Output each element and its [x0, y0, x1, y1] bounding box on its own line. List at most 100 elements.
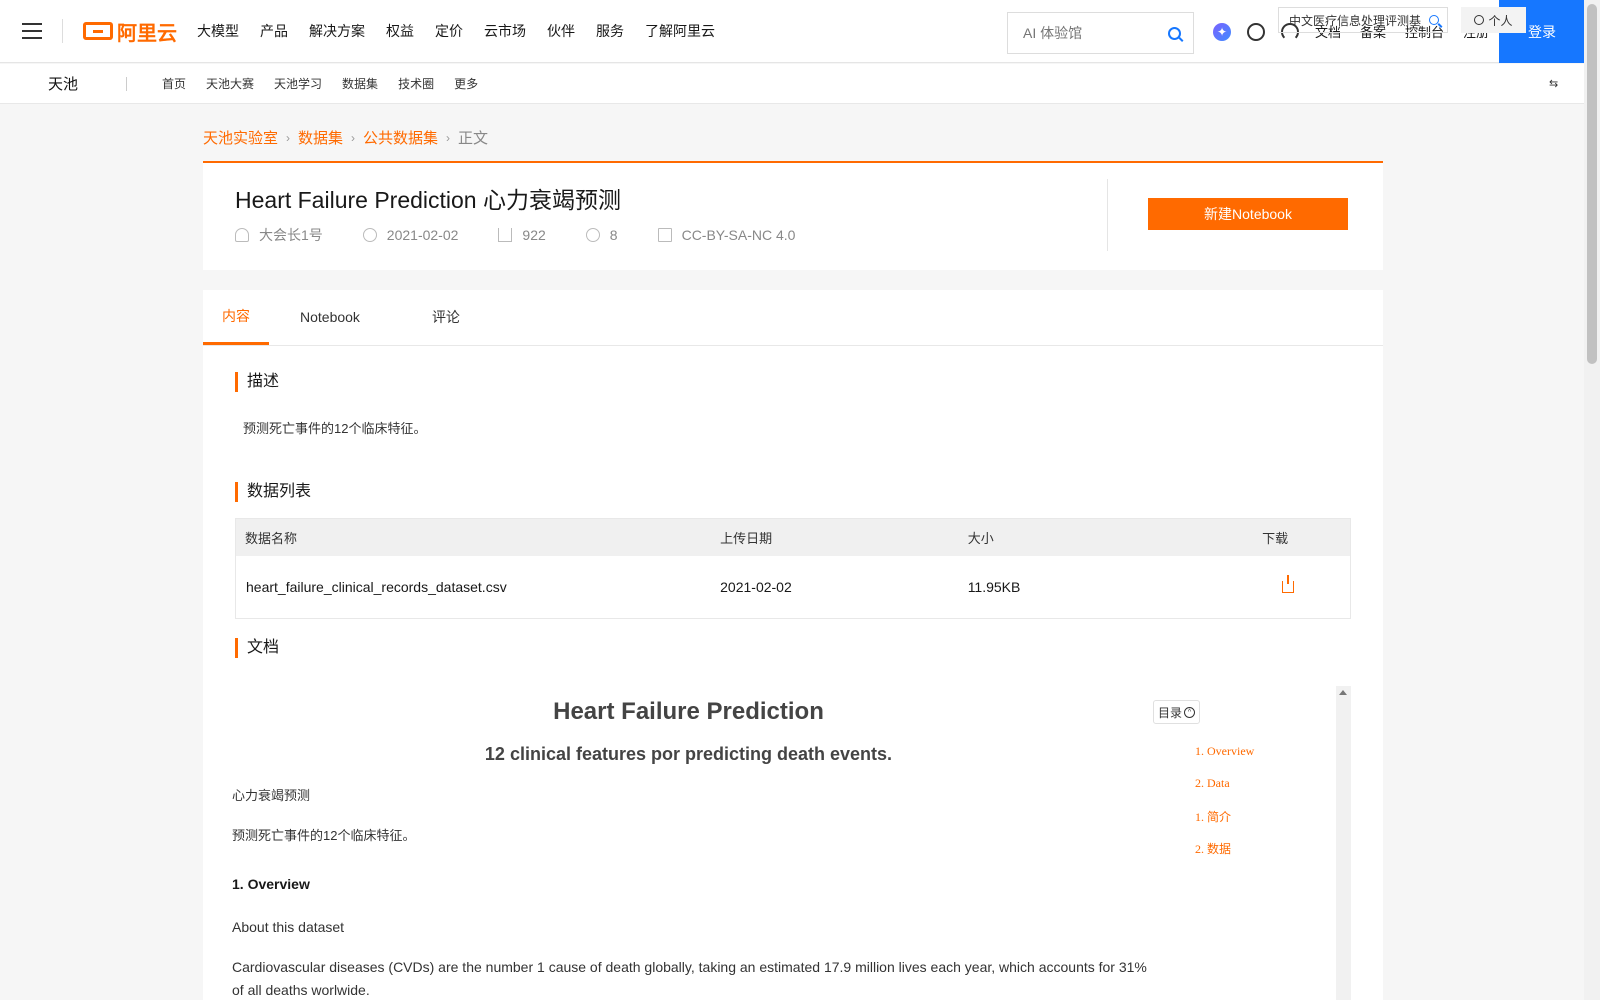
breadcrumb-public-datasets[interactable]: 公共数据集 [363, 127, 438, 148]
user-icon [235, 228, 249, 242]
search-icon[interactable] [1429, 15, 1439, 25]
tianchi-subnav: 天池 首页 天池大赛 天池学习 数据集 技术圈 更多 [0, 64, 1584, 104]
nav-item-partners[interactable]: 伙伴 [547, 21, 575, 41]
scroll-up-arrow-icon[interactable] [1339, 690, 1347, 695]
doc-paragraph: 心力衰竭预测 [232, 788, 311, 803]
breadcrumb-lab[interactable]: 天池实验室 [203, 127, 278, 148]
dataset-title: Heart Failure Prediction 心力衰竭预测 [235, 187, 621, 213]
nav-item-about[interactable]: 了解阿里云 [645, 21, 715, 41]
column-header-size: 大小 [967, 531, 994, 546]
download-icon[interactable] [1282, 575, 1295, 593]
toc-toggle-button[interactable]: 目录 ^ [1153, 700, 1201, 724]
meta-downloads: 922 [498, 227, 546, 243]
nav-item-llm[interactable]: 大模型 [197, 21, 239, 41]
subnav-item-tech-circle[interactable]: 技术圈 [398, 75, 434, 92]
table-header: 数据名称 上传日期 大小 下载 [236, 519, 1350, 556]
file-date: 2021-02-02 [720, 579, 792, 595]
divider [126, 76, 127, 91]
meta-author: 大会长1号 [235, 225, 323, 245]
section-title-docs: 文档 [235, 638, 279, 658]
aliyun-logo-icon [83, 22, 113, 40]
nav-item-services[interactable]: 服务 [596, 21, 624, 41]
toc-item[interactable]: 2. 数据 [1195, 840, 1254, 872]
file-size: 11.95KB [967, 579, 1021, 595]
subnav-search-input[interactable] [1289, 13, 1429, 27]
content-tabs: 内容 Notebook 评论 [203, 290, 1383, 346]
top-search-box[interactable] [1007, 12, 1194, 54]
share-count: 8 [609, 227, 618, 243]
subnav-item-competitions[interactable]: 天池大赛 [206, 75, 254, 92]
author-name[interactable]: 大会长1号 [259, 225, 323, 245]
publish-date: 2021-02-02 [386, 227, 459, 243]
chevron-right-icon: › [351, 130, 356, 145]
divider [62, 19, 63, 43]
chevron-right-icon: › [446, 130, 451, 145]
page-scrollbar[interactable] [1584, 0, 1600, 1000]
user-circle-icon [1474, 15, 1485, 25]
breadcrumb: 天池实验室 › 数据集 › 公共数据集 › 正文 [203, 127, 488, 148]
doc-section-heading: 1. Overview [232, 876, 310, 892]
subnav-item-datasets[interactable]: 数据集 [342, 75, 378, 92]
tab-comments[interactable]: 评论 [432, 289, 460, 345]
doc-paragraph: About this dataset [232, 919, 345, 935]
subnav-item-home[interactable]: 首页 [162, 75, 186, 92]
column-header-name: 数据名称 [245, 531, 298, 546]
nav-item-products[interactable]: 产品 [260, 21, 288, 41]
subnav-item-learning[interactable]: 天池学习 [274, 75, 322, 92]
doc-paragraph: Cardiovascular diseases (CVDs) are the n… [232, 959, 1147, 998]
section-title-datalist: 数据列表 [235, 482, 311, 502]
new-notebook-button[interactable]: 新建Notebook [1148, 198, 1348, 230]
tab-content[interactable]: 内容 [203, 289, 269, 345]
scrollbar-thumb[interactable] [1587, 4, 1597, 364]
toc-item[interactable]: 2. Data [1195, 776, 1254, 808]
meta-license: CC-BY-SA-NC 4.0 [657, 227, 796, 243]
share-icon [585, 228, 600, 242]
download-count: 922 [522, 227, 546, 243]
toc-item[interactable]: 1. Overview [1195, 744, 1254, 776]
table-row: heart_failure_clinical_records_dataset.c… [236, 556, 1350, 618]
table-of-contents: 1. Overview 2. Data 1. 简介 2. 数据 [1195, 744, 1254, 872]
subnav-search-box[interactable] [1278, 7, 1448, 33]
divider [1107, 179, 1108, 251]
dataset-meta: 大会长1号 2021-02-02 922 8 CC-BY-SA-NC 4.0 [235, 225, 835, 245]
nav-item-benefits[interactable]: 权益 [386, 21, 414, 41]
nav-item-marketplace[interactable]: 云市场 [484, 21, 526, 41]
spark-icon[interactable]: ✦ [1213, 22, 1231, 41]
meta-shares: 8 [585, 227, 618, 243]
doc-paragraph: 预测死亡事件的12个临床特征。 [232, 828, 416, 843]
doc-scrollbar[interactable] [1336, 686, 1351, 1000]
dataset-content-card: 内容 Notebook 评论 描述 预测死亡事件的12个临床特征。 数据列表 数… [203, 290, 1383, 1000]
nav-item-solutions[interactable]: 解决方案 [309, 21, 365, 41]
breadcrumb-current: 正文 [458, 130, 489, 147]
dataset-header-card: Heart Failure Prediction 心力衰竭预测 大会长1号 20… [203, 161, 1383, 270]
subnav-items: 首页 天池大赛 天池学习 数据集 技术圈 更多 [162, 75, 498, 92]
license-text: CC-BY-SA-NC 4.0 [681, 227, 796, 243]
download-icon [498, 228, 513, 242]
subnav-item-more[interactable]: 更多 [454, 75, 478, 92]
description-text: 预测死亡事件的12个临床特征。 [243, 421, 427, 436]
data-file-table: 数据名称 上传日期 大小 下载 heart_failure_clinical_r… [235, 518, 1351, 619]
tianchi-brand[interactable]: 天池 [48, 73, 126, 94]
nav-item-pricing[interactable]: 定价 [435, 21, 463, 41]
menu-icon[interactable] [22, 23, 42, 39]
personal-label: 个人 [1488, 13, 1513, 28]
clock-icon [362, 228, 377, 242]
doc-subheading: 12 clinical features por predicting deat… [484, 744, 893, 764]
chevron-up-circle-icon: ^ [1184, 706, 1196, 718]
top-search-input[interactable] [1023, 25, 1168, 41]
tab-notebook[interactable]: Notebook [300, 289, 360, 345]
switch-icon[interactable]: ⇆ [1549, 77, 1561, 90]
download-cell [1262, 575, 1350, 593]
documentation-frame: Heart Failure Prediction 12 clinical fea… [231, 686, 1351, 1000]
gauge-icon[interactable] [1247, 22, 1265, 41]
toc-item[interactable]: 1. 简介 [1195, 808, 1254, 840]
meta-date: 2021-02-02 [362, 227, 459, 243]
personal-button[interactable]: 个人 [1461, 7, 1526, 33]
section-title-description: 描述 [235, 372, 279, 392]
aliyun-logo[interactable]: 阿里云 [83, 17, 177, 46]
breadcrumb-datasets[interactable]: 数据集 [298, 127, 343, 148]
document-icon [657, 228, 672, 242]
search-icon[interactable] [1168, 26, 1181, 40]
column-header-date: 上传日期 [720, 531, 773, 546]
main-nav: 大模型 产品 解决方案 权益 定价 云市场 伙伴 服务 了解阿里云 [197, 21, 736, 41]
